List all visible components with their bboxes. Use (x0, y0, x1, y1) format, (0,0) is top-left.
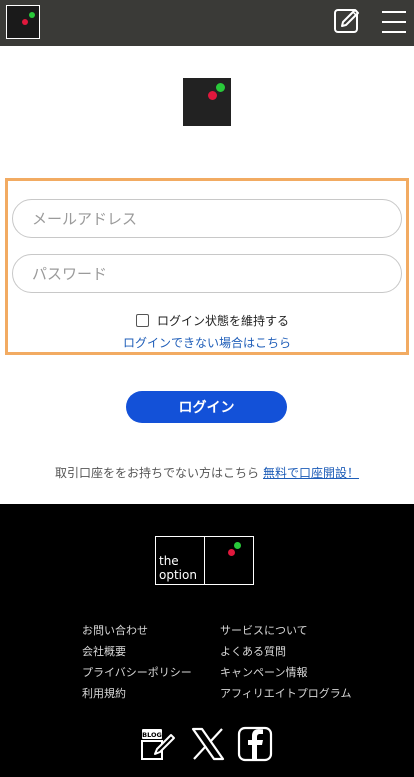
footer-logo[interactable]: the option (155, 536, 254, 585)
footer-links-right: サービスについて よくある質問 キャンペーン情報 アフィリエイトプログラム (220, 620, 351, 704)
main-logo-icon (183, 78, 231, 126)
hamburger-menu-icon[interactable] (380, 9, 408, 35)
footer-links-left: お問い合わせ 会社概要 プライバシーポリシー 利用規約 (82, 620, 192, 704)
footer-link-service[interactable]: サービスについて (220, 620, 351, 641)
footer: the option お問い合わせ 会社概要 プライバシーポリシー 利用規約 サ… (0, 504, 414, 777)
header-bar (0, 0, 414, 46)
footer-logo-line1: the (159, 554, 179, 568)
blog-icon[interactable]: BLOG (140, 726, 176, 762)
logo-green-dot (234, 542, 241, 549)
footer-link-campaign[interactable]: キャンペーン情報 (220, 662, 351, 683)
blog-badge-text: BLOG (142, 731, 162, 739)
open-account-link[interactable]: 無料で口座開設！ (263, 466, 359, 480)
remember-login-label: ログイン状態を維持する (157, 313, 290, 328)
forgot-login-link[interactable]: ログインできない場合はこちら (8, 334, 406, 351)
login-button[interactable]: ログイン (126, 391, 287, 423)
logo-green-dot (29, 12, 35, 18)
logo-red-dot (228, 549, 235, 556)
logo-red-dot (208, 91, 217, 100)
footer-logo-line2: option (159, 568, 197, 582)
footer-link-faq[interactable]: よくある質問 (220, 641, 351, 662)
header-logo-icon[interactable] (6, 5, 40, 39)
footer-link-terms[interactable]: 利用規約 (82, 683, 192, 704)
logo-green-dot (216, 83, 225, 92)
logo-red-dot (22, 19, 28, 25)
signup-prompt: 取引口座ををお持ちでない方はこちら 無料で口座開設！ (0, 464, 414, 481)
footer-link-privacy[interactable]: プライバシーポリシー (82, 662, 192, 683)
footer-link-company[interactable]: 会社概要 (82, 641, 192, 662)
x-icon[interactable] (190, 726, 226, 762)
remember-login-checkbox[interactable]: ログイン状態を維持する (136, 312, 289, 328)
signup-prompt-text: 取引口座ををお持ちでない方はこちら (54, 466, 259, 480)
edit-note-icon[interactable] (332, 6, 362, 36)
footer-link-contact[interactable]: お問い合わせ (82, 620, 192, 641)
facebook-icon[interactable] (237, 726, 273, 762)
footer-link-affiliate[interactable]: アフィリエイトプログラム (220, 683, 351, 704)
footer-logo-divider (204, 537, 205, 584)
login-form: ログイン状態を維持する ログインできない場合はこちら (5, 178, 409, 355)
email-input[interactable] (12, 199, 402, 238)
password-input[interactable] (12, 254, 402, 293)
checkbox-box[interactable] (136, 313, 149, 327)
